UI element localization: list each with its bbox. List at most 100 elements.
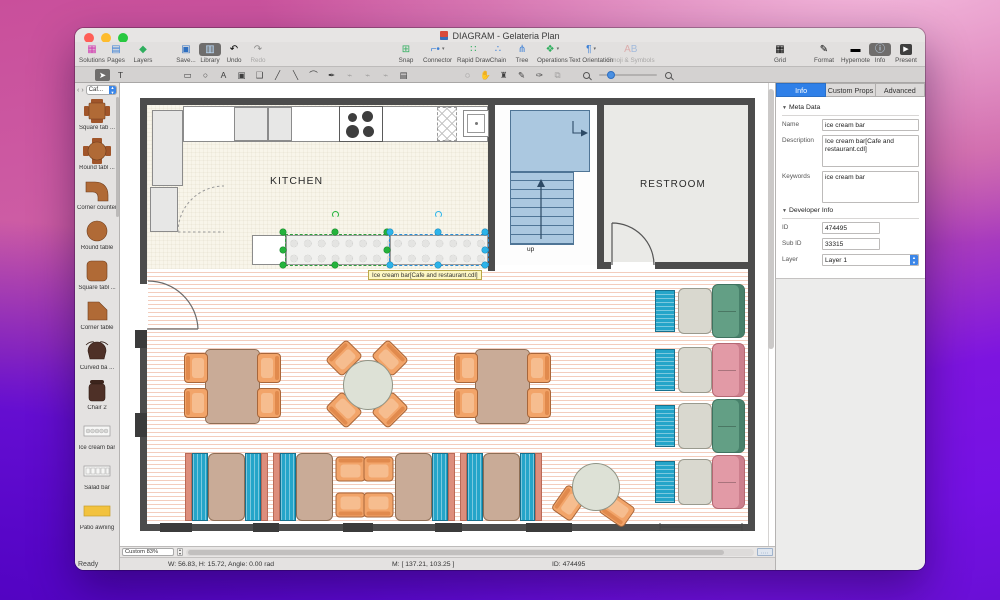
present-button[interactable]: ▶Present bbox=[895, 43, 917, 64]
redo-button[interactable]: ↷Redo bbox=[247, 43, 269, 64]
kitchen-lower-cabinet[interactable] bbox=[150, 187, 178, 232]
round-dining-table[interactable] bbox=[572, 463, 620, 511]
shape-round-table[interactable]: Round table bbox=[75, 217, 119, 257]
booth-back-panel[interactable] bbox=[273, 453, 280, 521]
shape-corner-counter[interactable]: Corner counter bbox=[75, 177, 119, 217]
booth-sofa-pink[interactable] bbox=[712, 343, 745, 397]
selection-handle[interactable] bbox=[332, 262, 338, 268]
booth-sofa-green[interactable] bbox=[712, 399, 745, 453]
zoom-level-select[interactable]: Custom 83% bbox=[122, 548, 174, 556]
shape-salad-bar[interactable]: Salad bar bbox=[75, 457, 119, 497]
id-field[interactable]: 474495 bbox=[822, 222, 880, 234]
booth-table[interactable] bbox=[678, 459, 712, 505]
tab-info[interactable]: Info bbox=[776, 83, 826, 97]
operations-button[interactable]: ❖▾Operations bbox=[537, 43, 568, 64]
line-tool[interactable]: ╱ bbox=[270, 69, 285, 81]
format-button[interactable]: ✎Format bbox=[813, 43, 835, 64]
booth-table[interactable] bbox=[678, 347, 712, 393]
emoji-symbols-button[interactable]: ABEmoji & Symbols bbox=[607, 43, 655, 64]
booth-bench[interactable] bbox=[432, 453, 448, 521]
round-dining-table[interactable] bbox=[343, 360, 393, 410]
shape-patio-awning[interactable]: Patio awning bbox=[75, 497, 119, 537]
pencil-tool[interactable]: ✎ bbox=[514, 69, 529, 81]
subid-field[interactable]: 33315 bbox=[822, 238, 880, 250]
polyline-tool[interactable]: ╲ bbox=[288, 69, 303, 81]
layer-select[interactable]: Layer 1▲▼ bbox=[822, 254, 919, 266]
kitchen-sink[interactable] bbox=[463, 110, 489, 137]
zoom-out-icon[interactable] bbox=[583, 72, 590, 79]
booth-table[interactable] bbox=[296, 453, 333, 521]
zoom-stepper[interactable]: ▲▼ bbox=[177, 548, 183, 556]
add-vertex-tool[interactable]: ⌁ bbox=[342, 69, 357, 81]
keywords-field[interactable]: ice cream bar bbox=[822, 171, 919, 203]
tab-advanced[interactable]: Advanced bbox=[876, 83, 925, 97]
booth-bench[interactable] bbox=[467, 453, 483, 521]
selection-handle[interactable] bbox=[280, 247, 286, 253]
selection-handle[interactable] bbox=[435, 262, 441, 268]
booth-table[interactable] bbox=[678, 403, 712, 449]
selection-handle[interactable] bbox=[482, 262, 488, 268]
booth-back-panel[interactable] bbox=[261, 453, 268, 521]
booth-table[interactable] bbox=[208, 453, 245, 521]
dining-table[interactable] bbox=[205, 349, 260, 424]
selection-handle[interactable] bbox=[387, 262, 393, 268]
info-button[interactable]: ⓘInfo bbox=[869, 43, 891, 64]
callout-tool[interactable]: ❑ bbox=[252, 69, 267, 81]
chair[interactable] bbox=[364, 493, 394, 518]
drawing-canvas[interactable]: up KITCHEN RESTROOM bbox=[120, 83, 775, 546]
pen-tool[interactable]: ✒ bbox=[324, 69, 339, 81]
scrollbar-thumb[interactable] bbox=[188, 550, 724, 555]
stove[interactable] bbox=[339, 106, 383, 142]
chair[interactable] bbox=[184, 388, 208, 418]
rotation-handle[interactable] bbox=[332, 211, 339, 218]
shape-square-table[interactable]: Square tabl ... bbox=[75, 257, 119, 297]
text-block-tool[interactable]: A bbox=[216, 69, 231, 81]
shape-square-table-chairs[interactable]: Square tab ... bbox=[75, 97, 119, 137]
kitchen-cabinet-1[interactable] bbox=[234, 107, 268, 141]
chair[interactable] bbox=[527, 353, 551, 383]
zoom-slider-knob[interactable] bbox=[607, 71, 615, 79]
selection-handle[interactable] bbox=[384, 247, 390, 253]
name-field[interactable]: ice cream bar bbox=[822, 119, 919, 131]
rotation-handle[interactable] bbox=[435, 211, 442, 218]
tree-button[interactable]: ⋔Tree bbox=[511, 43, 533, 64]
shape-ice-cream-bar[interactable]: Ice cream bar bbox=[75, 417, 119, 457]
chair[interactable] bbox=[454, 353, 478, 383]
selection-handle[interactable] bbox=[280, 262, 286, 268]
selection-handle[interactable] bbox=[482, 229, 488, 235]
cut-vertex-tool[interactable]: ⌁ bbox=[378, 69, 393, 81]
chair[interactable] bbox=[257, 353, 281, 383]
tab-custom-props[interactable]: Custom Props bbox=[826, 83, 875, 97]
selection-handle[interactable] bbox=[482, 247, 488, 253]
kitchen-tall-cabinet[interactable] bbox=[152, 110, 183, 186]
booth-bench[interactable] bbox=[520, 453, 535, 521]
edit-vertex-tool[interactable]: ⌁ bbox=[360, 69, 375, 81]
dining-table[interactable] bbox=[475, 349, 530, 424]
booth-bench[interactable] bbox=[245, 453, 261, 521]
selection-handle[interactable] bbox=[387, 229, 393, 235]
zoom-tool[interactable]: ◌ bbox=[460, 69, 475, 81]
booth-sofa-green[interactable] bbox=[712, 284, 745, 338]
booth-back-panel[interactable] bbox=[185, 453, 192, 521]
ice-cream-bar-left[interactable] bbox=[286, 235, 390, 265]
booth-back-panel[interactable] bbox=[448, 453, 455, 521]
stamp-tool[interactable]: ♜ bbox=[496, 69, 511, 81]
chair[interactable] bbox=[336, 493, 366, 518]
zoom-slider[interactable] bbox=[599, 74, 657, 76]
solutions-button[interactable]: ▦Solutions bbox=[79, 43, 105, 64]
layers-button[interactable]: ◆Layers bbox=[132, 43, 154, 64]
chair[interactable] bbox=[257, 388, 281, 418]
chair[interactable] bbox=[454, 388, 478, 418]
dishwasher[interactable] bbox=[437, 107, 457, 141]
kitchen-cabinet-2[interactable] bbox=[268, 107, 292, 141]
text-tool[interactable]: T bbox=[113, 69, 128, 81]
undo-button[interactable]: ↶Undo bbox=[223, 43, 245, 64]
developer-info-section-header[interactable]: ▼Developer Info bbox=[782, 207, 919, 214]
booth-back-panel[interactable] bbox=[535, 453, 542, 521]
connector-button[interactable]: ⌐•▾Connector bbox=[423, 43, 452, 64]
chair[interactable] bbox=[184, 353, 208, 383]
chair[interactable] bbox=[364, 457, 394, 482]
booth-bench[interactable] bbox=[655, 405, 675, 447]
shape-chair-2[interactable]: Chair 2 bbox=[75, 377, 119, 417]
shape-curved-bar[interactable]: Curved ba ... bbox=[75, 337, 119, 377]
